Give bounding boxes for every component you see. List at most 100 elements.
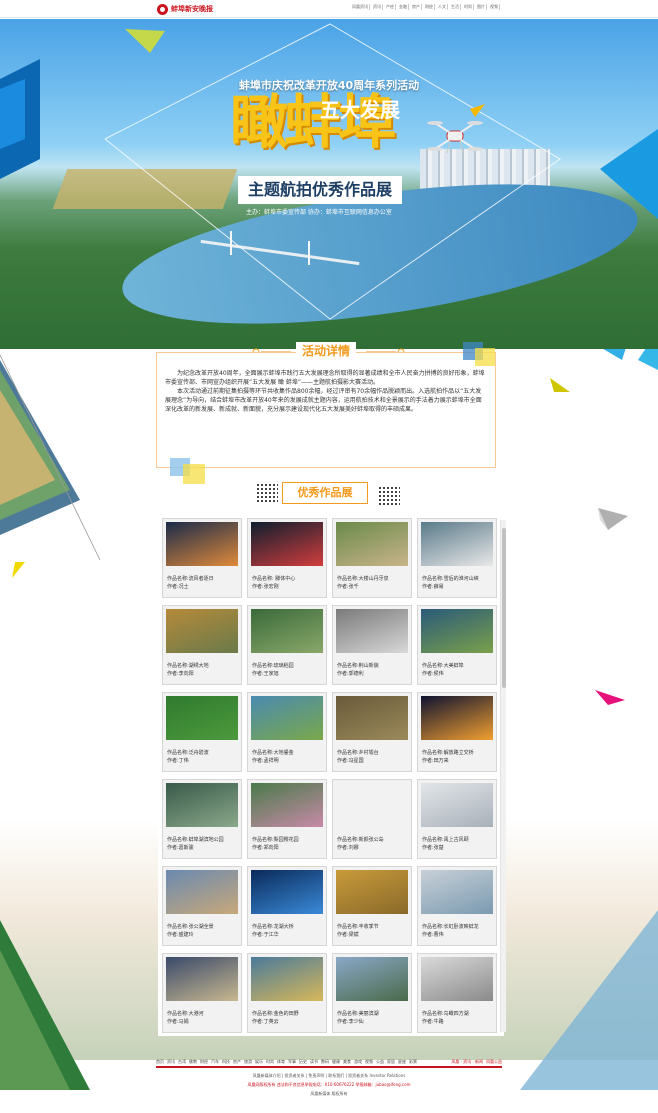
work-photo[interactable] — [421, 609, 493, 653]
top-nav-item[interactable]: 人文 — [437, 4, 448, 10]
footer-nav-item[interactable]: 首页 — [156, 1059, 164, 1065]
work-card[interactable]: 作品名称:蚌埠湖滨地公园 作者:葛斯骏 — [162, 779, 242, 859]
work-photo[interactable] — [336, 522, 408, 566]
footer-company: 凤凰新媒体 版权所有 — [310, 1091, 348, 1096]
footer-nav-item[interactable]: 健康 — [332, 1059, 340, 1065]
footer-nav-item[interactable]: 读书 — [310, 1059, 318, 1065]
gallery-scrollbar[interactable] — [500, 520, 506, 1032]
work-card[interactable]: 作品名称:长虹卧波映蚌龙 作者:曹伟 — [417, 866, 497, 946]
work-card[interactable]: 作品名称:荆山新貌 作者:郭德利 — [332, 605, 412, 685]
footer-nav-item[interactable]: 星座 — [398, 1059, 406, 1065]
work-photo[interactable] — [251, 957, 323, 1001]
top-nav-item[interactable]: 生活 — [450, 4, 461, 10]
work-card[interactable]: 作品名称:解放路立交桥 作者:田万来 — [417, 692, 497, 772]
work-photo[interactable] — [251, 696, 323, 740]
work-photo[interactable] — [251, 783, 323, 827]
footer-nav-right[interactable]: 凤凰 · 资讯 · 新闻 — [451, 1059, 483, 1065]
footer-nav-item[interactable]: 公益 — [376, 1059, 384, 1065]
work-card[interactable]: 作品名称:龙湖大桥 作者:于江华 — [247, 866, 327, 946]
work-card[interactable]: 作品名称:琉璃稻园 作者:王家旭 — [247, 605, 327, 685]
work-card[interactable]: 作品名称:鸟瞰四方湖 作者:牛路 — [417, 953, 497, 1033]
work-photo[interactable] — [421, 957, 493, 1001]
footer-nav-item[interactable]: 科技 — [222, 1059, 230, 1065]
work-card[interactable]: 作品名称:大地鎏金 作者:孟祥明 — [247, 692, 327, 772]
work-author: 作者:张千 — [337, 584, 359, 590]
top-nav-item[interactable]: 房产 — [411, 4, 422, 10]
footer-nav-item[interactable]: 家居 — [387, 1059, 395, 1065]
work-photo[interactable] — [336, 957, 408, 1001]
work-author: 作者:王家旭 — [252, 671, 279, 677]
work-photo[interactable] — [166, 696, 238, 740]
footer-nav-item[interactable]: 彩票 — [409, 1059, 417, 1065]
footer-nav-item[interactable]: 房产 — [233, 1059, 241, 1065]
work-card[interactable]: 作品名称: 滕体中心 作者:张宏刚 — [247, 518, 327, 598]
work-name: 作品名称:大港河 — [167, 1011, 204, 1017]
work-name: 作品名称:鸟瞰四方湖 — [422, 1011, 469, 1017]
work-photo[interactable] — [166, 870, 238, 914]
work-photo[interactable] — [166, 783, 238, 827]
work-card[interactable]: 作品名称:梨园樱花园 作者:郑向阳 — [247, 779, 327, 859]
work-photo[interactable] — [166, 957, 238, 1001]
work-card[interactable]: 作品名称:新颜张公岛 作者:刘娜 — [332, 779, 412, 859]
work-photo[interactable] — [251, 522, 323, 566]
work-photo[interactable] — [421, 522, 493, 566]
work-card[interactable]: 作品名称:泛舟碧波 作者:丁伟 — [162, 692, 242, 772]
footer-nav-item[interactable]: 视频 — [365, 1059, 373, 1065]
footer-nav-item[interactable]: 军事 — [288, 1059, 296, 1065]
work-card[interactable]: 作品名称:乡村墟台 作者:冯星国 — [332, 692, 412, 772]
top-nav-item[interactable]: 产经 — [385, 4, 396, 10]
top-nav-item[interactable]: 时尚 — [463, 4, 474, 10]
work-name: 作品名称:解放路立交桥 — [422, 750, 474, 756]
work-card[interactable]: 作品名称:湖绣大地 作者:李向阳 — [162, 605, 242, 685]
footer-links[interactable]: 凤凰新媒体介绍 | 投资者关系 | 免责声明 | 联系我们 | 投资者关系 In… — [0, 1073, 658, 1079]
work-card[interactable]: 作品名称:大美蚌埠 作者:侯伟 — [417, 605, 497, 685]
work-name: 作品名称:梨园樱花园 — [252, 837, 299, 843]
work-photo[interactable] — [421, 783, 493, 827]
work-card[interactable]: 作品名称:禹上古风颐 作者:张楚 — [417, 779, 497, 859]
work-photo[interactable] — [336, 696, 408, 740]
top-nav-item[interactable]: 凤凰资讯 — [351, 4, 370, 10]
footer-nav-item[interactable]: 财经 — [200, 1059, 208, 1065]
footer-nav-item[interactable]: 美食 — [343, 1059, 351, 1065]
work-card[interactable]: 作品名称:张公湖全景 作者:盛建玲 — [162, 866, 242, 946]
footer-nav-item[interactable]: 时尚 — [266, 1059, 274, 1065]
work-card[interactable]: 作品名称:金色的田野 作者:丁英云 — [247, 953, 327, 1033]
work-photo[interactable] — [251, 609, 323, 653]
footer-nav-item[interactable]: 旅游 — [244, 1059, 252, 1065]
work-photo[interactable] — [421, 870, 493, 914]
top-nav-item[interactable]: 财经 — [424, 4, 435, 10]
work-card[interactable]: 作品名称:雪后的淮河山峡 作者:薛易 — [417, 518, 497, 598]
footer-nav-item[interactable]: 数码 — [321, 1059, 329, 1065]
footer-nav-item[interactable]: 台湾 — [178, 1059, 186, 1065]
work-photo[interactable] — [166, 609, 238, 653]
work-card[interactable]: 作品名称:大楼山丹牙泉 作者:张千 — [332, 518, 412, 598]
work-caption: 作品名称:荆山新貌 作者:郭德利 — [337, 662, 379, 678]
footer-nav-item[interactable]: 游戏 — [354, 1059, 362, 1065]
footer-nav-item[interactable]: 资讯 — [167, 1059, 175, 1065]
top-nav-item[interactable]: 金融 — [398, 4, 409, 10]
work-photo[interactable] — [336, 783, 408, 827]
top-nav-item[interactable]: 图片 — [476, 4, 487, 10]
work-caption: 作品名称:梨园樱花园 作者:郑向阳 — [252, 836, 299, 852]
scrollbar-thumb[interactable] — [502, 528, 506, 688]
work-photo[interactable] — [421, 696, 493, 740]
footer-nav-item[interactable]: 娱乐 — [255, 1059, 263, 1065]
work-photo[interactable] — [336, 609, 408, 653]
footer-nav-item[interactable]: 体育 — [277, 1059, 285, 1065]
work-photo[interactable] — [166, 522, 238, 566]
footer-nav-item[interactable]: 佛教 — [189, 1059, 197, 1065]
top-nav-item[interactable]: 视频 — [489, 4, 500, 10]
drone-icon — [427, 121, 483, 154]
work-photo[interactable] — [336, 870, 408, 914]
work-card[interactable]: 作品名称:丰收季节 作者:梁斌 — [332, 866, 412, 946]
footer-nav-item[interactable]: 历史 — [299, 1059, 307, 1065]
site-logo[interactable]: 蚌埠新安晚报 — [157, 3, 213, 15]
work-photo[interactable] — [251, 870, 323, 914]
top-nav-item[interactable]: 资讯 — [372, 4, 383, 10]
work-card[interactable]: 作品名称:大港河 作者:马娟 — [162, 953, 242, 1033]
footer-nav-item[interactable]: 汽车 — [211, 1059, 219, 1065]
work-card[interactable]: 作品名称:美丽滨湖 作者:李少仙 — [332, 953, 412, 1033]
footer-nav-right2[interactable]: 凤凰公益 — [486, 1059, 502, 1065]
work-card[interactable]: 作品名称:流风者逐日 作者:况士 — [162, 518, 242, 598]
works-gallery[interactable]: 作品名称:流风者逐日 作者:况士 作品名称: 滕体中心 作者:张宏刚 作品名称:大楼山丹… — [158, 516, 504, 1036]
